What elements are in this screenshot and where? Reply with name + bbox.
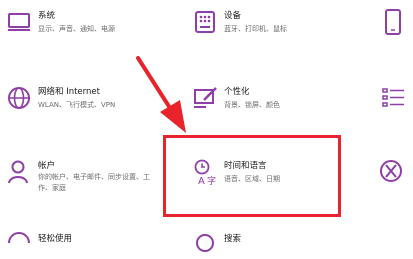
settings-home: { "tiles": { "system": {"title": "系统", "…: [0, 0, 413, 252]
annotation-arrow: [136, 56, 186, 133]
